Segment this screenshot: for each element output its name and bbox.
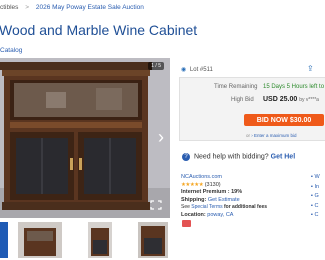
rating-stars-icon: ★★★★★ (181, 181, 204, 188)
message-icon[interactable] (182, 220, 191, 227)
thumbnail-photo (88, 222, 112, 258)
seller-name-link[interactable]: NCAuctions.com (181, 174, 222, 180)
right-link-1[interactable]: ▪ W (311, 173, 320, 183)
time-remaining-label: Time Remaining (214, 84, 258, 90)
right-link-list: ▪ W ▪ In ▪ G ▪ C ▪ C (311, 173, 320, 221)
bid-panel: Time Remaining 15 Days 5 Hours left to H… (179, 77, 325, 141)
breadcrumb: ctibles > 2026 May Poway Estate Sale Auc… (0, 4, 144, 11)
special-terms-link[interactable]: Special Terms (191, 204, 222, 210)
shipping-estimate-link[interactable]: Get Estimate (208, 197, 240, 203)
high-bid-value: USD 25.00 (263, 96, 298, 103)
thumbnail-1[interactable] (0, 222, 8, 258)
seller-info: NCAuctions.com ★★★★★ (3130) Internet Pre… (181, 174, 267, 219)
catalog-link[interactable]: Catalog (0, 47, 22, 54)
right-link-3[interactable]: ▪ G (311, 192, 320, 202)
shipping-label: Shipping: (181, 196, 207, 203)
internet-premium: Internet Premium : 19% (181, 189, 243, 195)
terms-fees-text: for additional fees (224, 204, 268, 210)
breadcrumb-item-category[interactable]: ctibles (0, 4, 18, 11)
high-bid-label: High Bid (231, 97, 254, 103)
max-bid-row: or › Enter a maximum bid (246, 133, 297, 138)
fullscreen-icon[interactable] (150, 200, 162, 210)
breadcrumb-item-auction[interactable]: 2026 May Poway Estate Sale Auction (36, 4, 144, 11)
main-item-image[interactable]: 1 / 5 › (0, 58, 170, 218)
thumbnail-3[interactable] (88, 222, 112, 258)
rating-count[interactable]: (3130) (205, 182, 221, 188)
bid-now-button[interactable]: BID NOW $30.00 (244, 114, 324, 126)
share-icon[interactable]: ⇪ (307, 64, 314, 73)
time-remaining-value: 15 Days 5 Hours left to (263, 84, 325, 90)
thumbnail-photo (18, 222, 62, 258)
page-title: Wood and Marble Wine Cabinet (0, 22, 198, 38)
right-link-4[interactable]: ▪ C (311, 202, 320, 212)
location-label: Location: (181, 211, 206, 218)
question-icon: ? (182, 153, 190, 161)
image-counter: 1 / 5 (148, 62, 164, 70)
or-text: or (246, 133, 251, 138)
watch-eye-icon[interactable]: ◉ (181, 67, 186, 73)
location-value: poway, CA (207, 211, 234, 218)
max-bid-link[interactable]: Enter a maximum bid (254, 133, 297, 138)
next-image-arrow-icon[interactable]: › (158, 128, 164, 146)
wine-cabinet-photo (0, 58, 170, 218)
breadcrumb-separator: > (25, 4, 30, 11)
right-link-2[interactable]: ▪ In (311, 183, 320, 193)
help-text: Need help with bidding? (193, 153, 269, 161)
lot-number: ◉ Lot #511 (181, 66, 213, 73)
bidding-help: ? Need help with bidding? Get Hel (182, 153, 295, 161)
thumbnail-strip (0, 222, 175, 260)
arrow-icon: › (251, 133, 253, 138)
thumbnail-2[interactable] (18, 222, 62, 258)
right-link-5[interactable]: ▪ C (311, 211, 320, 221)
terms-see-text: See (181, 204, 190, 210)
high-bidder: by v****a (299, 97, 319, 103)
get-help-link[interactable]: Get Hel (271, 154, 296, 161)
thumbnail-4[interactable] (138, 222, 168, 258)
lot-number-text: Lot #511 (189, 67, 213, 73)
bid-now-label: BID NOW $30.00 (256, 116, 312, 124)
thumbnail-photo (138, 222, 168, 258)
